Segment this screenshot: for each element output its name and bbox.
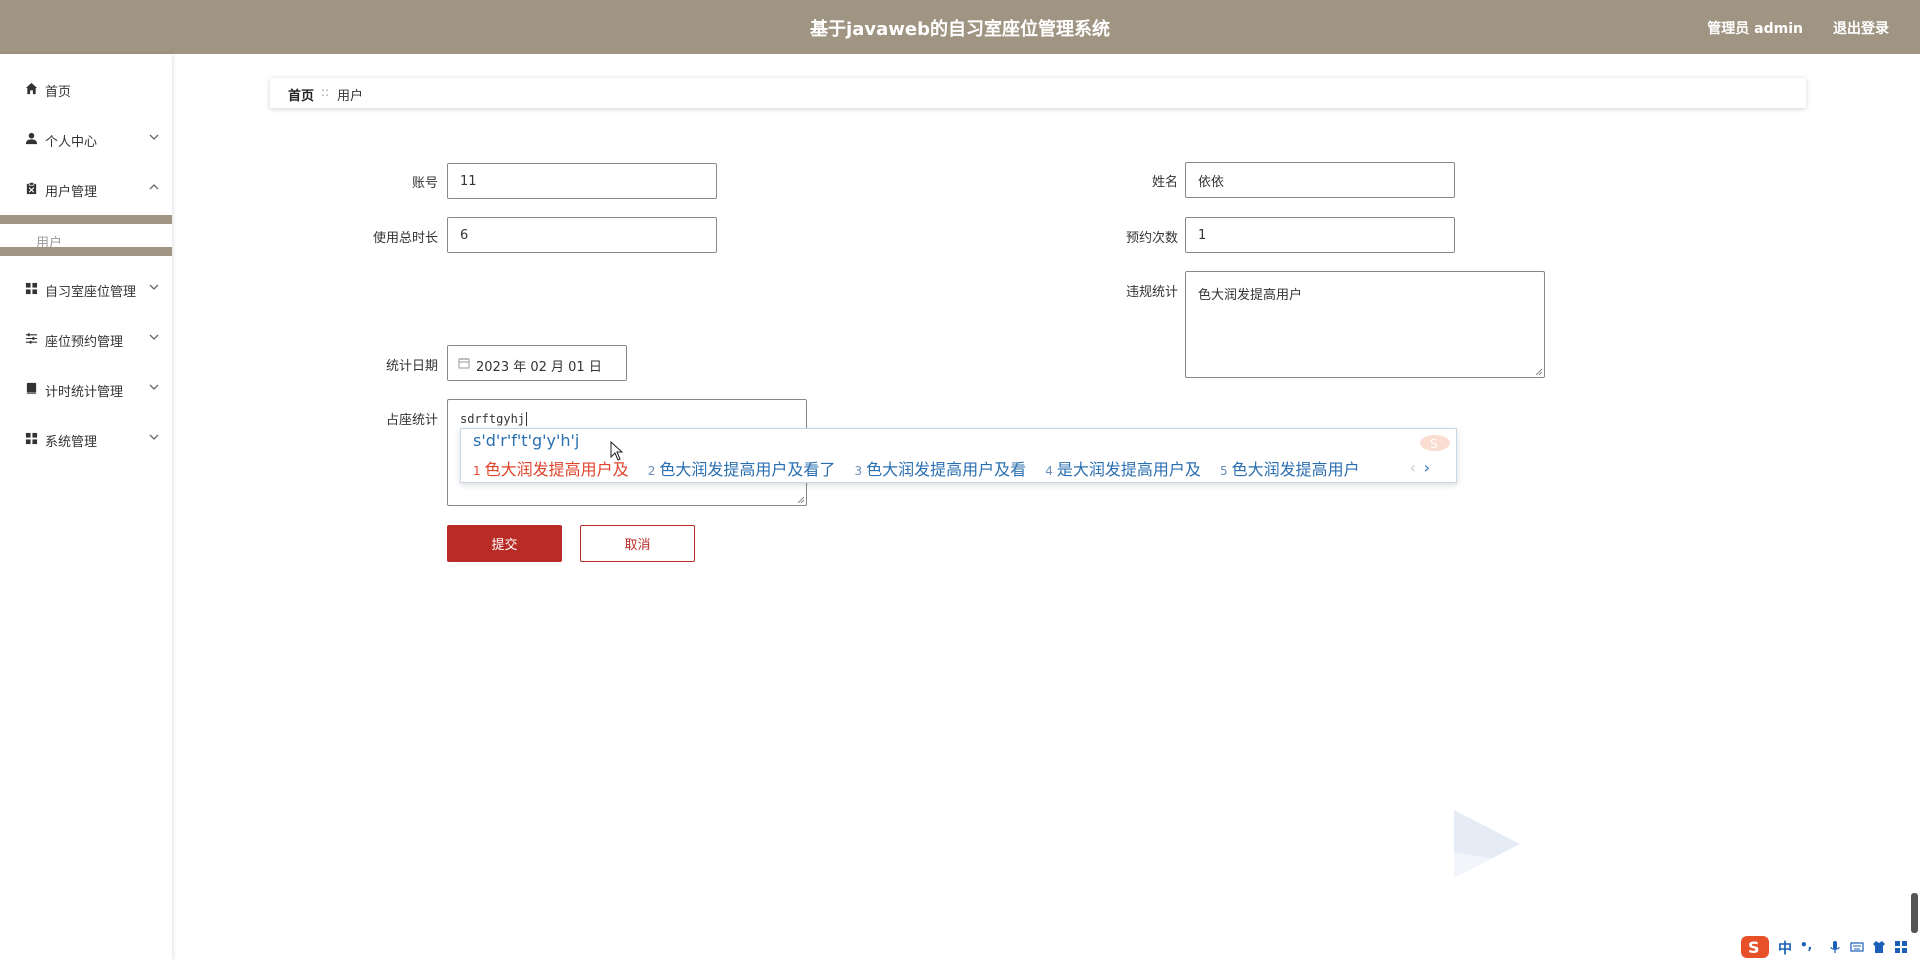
user-icon bbox=[25, 132, 38, 145]
mouse-pointer-icon bbox=[610, 441, 624, 461]
sogou-logo-icon: S bbox=[1420, 435, 1450, 451]
reserve-count-field[interactable] bbox=[1185, 217, 1455, 253]
grid-icon bbox=[25, 432, 38, 445]
ime-candidate-list: 1 色大润发提高用户及 2 色大润发提高用户及看了 3 色大润发提高用户及看 4 是大润… bbox=[473, 456, 1374, 480]
sidebar-item-label: 计时统计管理 bbox=[45, 385, 124, 400]
play-watermark-icon bbox=[1454, 810, 1520, 878]
submit-button[interactable]: 提交 bbox=[447, 525, 562, 562]
skin-shirt-icon[interactable] bbox=[1872, 940, 1886, 954]
ime-tray: S 中 •, bbox=[1740, 934, 1920, 960]
calendar-icon bbox=[458, 358, 470, 369]
sidebar-item-label: 个人中心 bbox=[45, 135, 98, 150]
total-time-field[interactable] bbox=[447, 217, 717, 253]
ime-next-page-icon[interactable]: › bbox=[1424, 458, 1430, 477]
ime-candidate[interactable]: 3 色大润发提高用户及看 bbox=[855, 456, 1027, 480]
sidebar-item-label: 自习室座位管理 bbox=[45, 285, 137, 300]
sidebar-item-timing-management[interactable]: 计时统计管理 bbox=[0, 374, 172, 404]
submenu-divider-top bbox=[0, 215, 172, 224]
ime-composition: s'd'r'f't'g'y'h'j bbox=[473, 431, 580, 450]
clipboard-icon bbox=[26, 182, 37, 195]
violation-label: 违规统计 bbox=[1125, 285, 1178, 300]
ime-prev-page-icon[interactable]: ‹ bbox=[1410, 458, 1416, 477]
cancel-button[interactable]: 取消 bbox=[580, 525, 695, 562]
top-header: 基于javaweb的自习室座位管理系统 管理员 admin 退出登录 bbox=[0, 0, 1920, 54]
reserve-count-label: 预约次数 bbox=[1125, 231, 1178, 246]
breadcrumb: 首页 :: 用户 bbox=[270, 78, 1806, 108]
sidebar-item-system-management[interactable]: 系统管理 bbox=[0, 424, 172, 454]
ime-punctuation-toggle[interactable]: •, bbox=[1800, 938, 1812, 952]
sidebar-item-user-management[interactable]: 用户管理 bbox=[0, 174, 172, 204]
ime-candidate[interactable]: 5 色大润发提高用户 bbox=[1220, 456, 1360, 480]
sidebar-item-profile[interactable]: 个人中心 bbox=[0, 124, 172, 154]
sogou-input-icon[interactable]: S bbox=[1740, 934, 1770, 960]
date-value: 2023 年 02 月 01 日 bbox=[476, 360, 602, 375]
admin-label: 管理员 admin bbox=[1707, 21, 1803, 37]
book-icon bbox=[26, 382, 37, 395]
sidebar-item-reservation-management[interactable]: 座位预约管理 bbox=[0, 324, 172, 354]
text-caret bbox=[526, 412, 528, 426]
chevron-down-icon bbox=[149, 134, 159, 140]
name-label: 姓名 bbox=[1151, 175, 1178, 190]
logout-link[interactable]: 退出登录 bbox=[1833, 18, 1889, 38]
ime-candidate[interactable]: 4 是大润发提高用户及 bbox=[1045, 456, 1201, 480]
account-label: 账号 bbox=[411, 176, 438, 191]
breadcrumb-home[interactable]: 首页 bbox=[288, 85, 314, 104]
total-time-label: 使用总时长 bbox=[372, 231, 438, 246]
sidebar-item-home[interactable]: 首页 bbox=[0, 74, 172, 104]
microphone-icon[interactable] bbox=[1828, 940, 1842, 954]
breadcrumb-current: 用户 bbox=[337, 89, 364, 104]
violation-textarea[interactable]: 色大润发提高用户 bbox=[1185, 271, 1545, 378]
date-picker[interactable]: 2023 年 02 月 01 日 bbox=[447, 345, 627, 381]
chevron-down-icon bbox=[149, 434, 159, 440]
occupancy-text: sdrftgyhj bbox=[460, 412, 526, 426]
home-icon bbox=[25, 82, 38, 95]
sidebar-item-label: 首页 bbox=[45, 85, 72, 100]
name-field[interactable] bbox=[1185, 162, 1455, 198]
sidebar-item-label: 系统管理 bbox=[45, 435, 98, 450]
svg-text:S: S bbox=[1430, 437, 1438, 451]
chevron-down-icon bbox=[149, 284, 159, 290]
submenu-divider-bottom bbox=[0, 247, 172, 256]
chevron-up-icon bbox=[149, 184, 159, 190]
ime-candidate[interactable]: 1 色大润发提高用户及 bbox=[473, 456, 629, 480]
sidebar: 首页 个人中心 用户管理 用户 自习室座位管理 座位预约管理 计时统计管理 系统… bbox=[0, 54, 172, 960]
app-title: 基于javaweb的自习室座位管理系统 bbox=[810, 19, 1110, 40]
resize-grip-icon bbox=[797, 496, 804, 503]
date-label: 统计日期 bbox=[385, 359, 438, 374]
toolbox-grid-icon[interactable] bbox=[1894, 940, 1908, 954]
occupancy-label: 占座统计 bbox=[385, 413, 438, 428]
svg-text:S: S bbox=[1748, 938, 1760, 957]
page-scrollbar[interactable] bbox=[1911, 893, 1918, 933]
resize-grip-icon bbox=[1535, 368, 1542, 375]
ime-language-toggle[interactable]: 中 bbox=[1778, 938, 1792, 958]
sidebar-item-label: 用户管理 bbox=[45, 185, 98, 200]
chevron-down-icon bbox=[149, 334, 159, 340]
keyboard-icon[interactable] bbox=[1850, 940, 1864, 954]
violation-text: 色大润发提高用户 bbox=[1198, 288, 1303, 303]
ime-candidate[interactable]: 2 色大润发提高用户及看了 bbox=[648, 456, 836, 480]
account-field[interactable] bbox=[447, 163, 717, 199]
sliders-icon bbox=[25, 333, 38, 344]
chevron-down-icon bbox=[149, 384, 159, 390]
sidebar-item-seat-management[interactable]: 自习室座位管理 bbox=[0, 274, 172, 304]
grid-icon bbox=[25, 282, 38, 295]
sidebar-item-label: 座位预约管理 bbox=[45, 335, 124, 350]
breadcrumb-separator: :: bbox=[321, 85, 330, 99]
